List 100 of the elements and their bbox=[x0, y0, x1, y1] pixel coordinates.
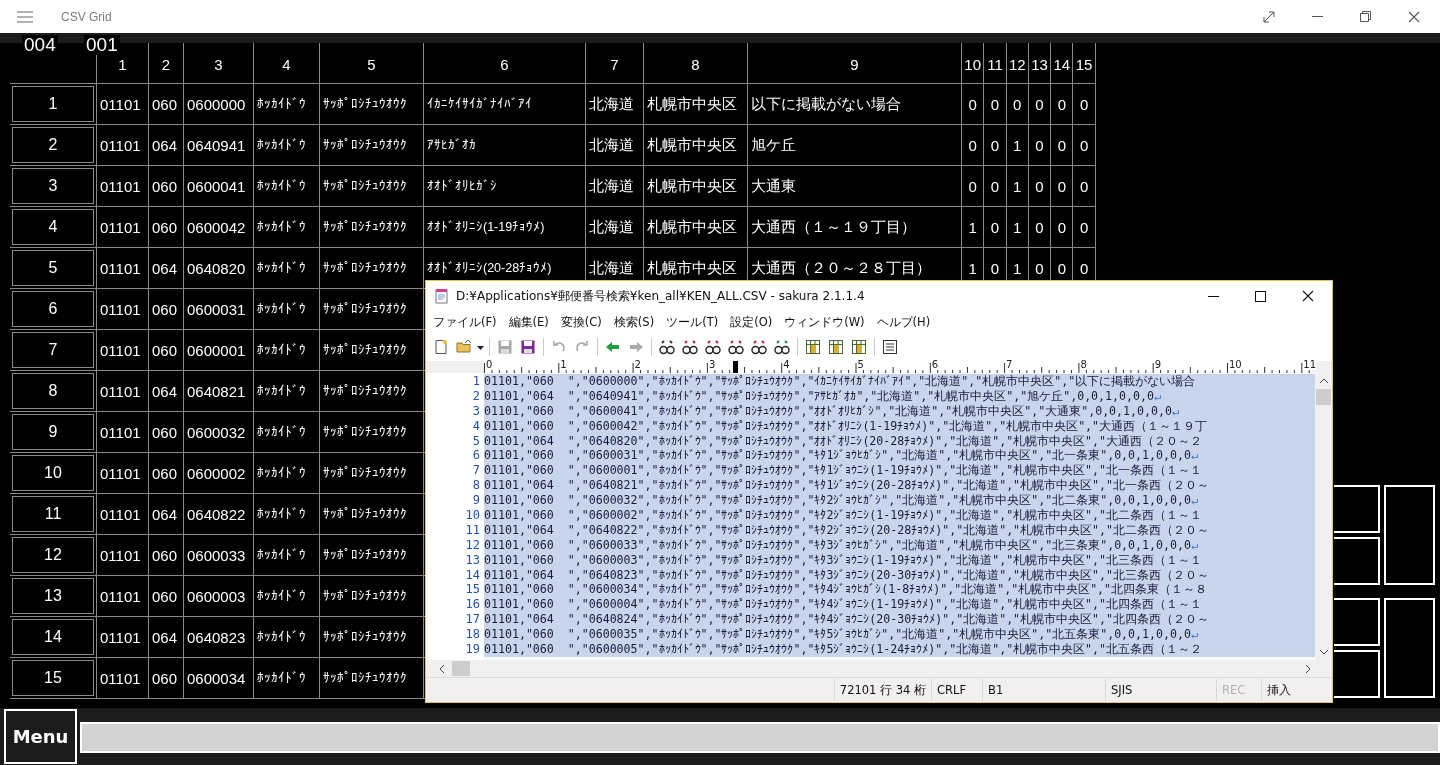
column-header[interactable]: 1 bbox=[118, 57, 127, 73]
column-header[interactable]: 7 bbox=[610, 57, 619, 73]
table-cell: ｻｯﾎﾟﾛｼﾁｭｳｵｳｸ bbox=[320, 289, 423, 329]
table-cell: 1 bbox=[1006, 207, 1028, 247]
tile-button[interactable] bbox=[1334, 537, 1380, 585]
table-cell: 札幌市中央区 bbox=[644, 166, 747, 206]
scrollbar-thumb[interactable] bbox=[452, 661, 470, 676]
row-header[interactable]: 12 bbox=[10, 535, 96, 575]
table-cell: 0600031 bbox=[184, 289, 253, 329]
table-cell: ﾎｯｶｲﾄﾞｳ bbox=[254, 412, 319, 452]
row-header[interactable]: 3 bbox=[10, 166, 96, 206]
close-icon[interactable] bbox=[1302, 290, 1314, 302]
status-text: B1 bbox=[982, 679, 1105, 701]
line-number: 9 bbox=[471, 493, 481, 508]
input-field[interactable] bbox=[80, 722, 1440, 753]
table-cell: 064 bbox=[149, 617, 183, 657]
table-cell: ﾎｯｶｲﾄﾞｳ bbox=[254, 166, 319, 206]
status-text: CRLF bbox=[931, 679, 982, 701]
row-header[interactable]: 6 bbox=[10, 289, 96, 329]
row-header[interactable]: 5 bbox=[10, 248, 96, 288]
table-cell: 0600041 bbox=[184, 166, 253, 206]
column-header[interactable]: 8 bbox=[691, 57, 700, 73]
table-cell: ｻｯﾎﾟﾛｼﾁｭｳｵｳｸ bbox=[320, 617, 423, 657]
column-header[interactable]: 9 bbox=[850, 57, 859, 73]
scroll-down-icon[interactable] bbox=[1318, 648, 1329, 656]
menu-item[interactable]: 設定(O) bbox=[730, 314, 773, 330]
maximize-icon[interactable] bbox=[1255, 290, 1266, 302]
table-cell: 0 bbox=[984, 125, 1006, 165]
row-header[interactable]: 1 bbox=[10, 84, 96, 124]
tile-button[interactable] bbox=[1384, 598, 1435, 698]
table-cell: 0600003 bbox=[184, 576, 253, 616]
line-number: 13 bbox=[464, 552, 481, 568]
table-cell: 01101 bbox=[97, 125, 148, 165]
scroll-up-icon[interactable] bbox=[1318, 377, 1329, 385]
menu-item[interactable]: 変換(C) bbox=[560, 314, 602, 330]
table-cell: 060 bbox=[149, 453, 183, 493]
menu-item[interactable]: ウィンドウ(W) bbox=[784, 314, 865, 330]
row-header[interactable]: 8 bbox=[10, 371, 96, 411]
row-header[interactable]: 11 bbox=[10, 494, 96, 534]
table-cell: 060 bbox=[149, 207, 183, 247]
line-number: 1 bbox=[471, 374, 481, 389]
column-header[interactable]: 4 bbox=[282, 57, 291, 73]
table-cell: ﾎｯｶｲﾄﾞｳ bbox=[254, 494, 319, 534]
column-indicator: 001 bbox=[84, 35, 120, 55]
column-header[interactable]: 3 bbox=[214, 57, 223, 73]
menu-item[interactable]: ファイル(F) bbox=[433, 314, 497, 330]
menu-item[interactable]: 検索(S) bbox=[613, 314, 655, 330]
line-number: 15 bbox=[464, 582, 481, 598]
table-cell: 1 bbox=[1006, 166, 1028, 206]
row-header[interactable]: 4 bbox=[10, 207, 96, 247]
column-header[interactable]: 2 bbox=[161, 57, 171, 73]
row-header[interactable]: 9 bbox=[10, 412, 96, 452]
row-header[interactable]: 14 bbox=[10, 617, 96, 657]
column-header[interactable]: 5 bbox=[367, 57, 376, 73]
row-header[interactable]: 13 bbox=[10, 576, 96, 616]
menu-item[interactable]: ヘルプ(H) bbox=[876, 314, 931, 330]
expand-icon[interactable] bbox=[1263, 10, 1275, 23]
close-icon[interactable] bbox=[1408, 10, 1420, 23]
table-cell: 01101 bbox=[97, 453, 148, 493]
table-cell: 01101 bbox=[97, 248, 148, 288]
row-header[interactable]: 2 bbox=[10, 125, 96, 165]
table-cell: 0 bbox=[984, 207, 1006, 247]
scrollbar-thumb[interactable] bbox=[1316, 389, 1331, 405]
tile-button[interactable] bbox=[1334, 598, 1380, 646]
tile-button[interactable] bbox=[1334, 485, 1380, 533]
column-header[interactable]: 6 bbox=[500, 57, 509, 73]
table-cell: 大通西（１～１９丁目） bbox=[748, 207, 961, 247]
line-number: 12 bbox=[464, 537, 481, 553]
tile-button[interactable] bbox=[1334, 650, 1380, 698]
table-cell: 0 bbox=[1028, 84, 1051, 124]
row-header[interactable]: 10 bbox=[10, 453, 96, 493]
table-cell: 01101 bbox=[97, 371, 148, 411]
status-text: SJIS bbox=[1105, 679, 1216, 701]
ruler-number: 8 bbox=[1080, 359, 1087, 370]
table-cell: 01101 bbox=[97, 617, 148, 657]
row-header[interactable]: 7 bbox=[10, 330, 96, 370]
tile-button[interactable] bbox=[1384, 485, 1435, 585]
table-cell: 0 bbox=[1073, 125, 1095, 165]
scroll-left-icon[interactable] bbox=[438, 663, 446, 674]
menu-item[interactable]: 編集(E) bbox=[508, 314, 549, 330]
table-cell: 0640821 bbox=[184, 371, 253, 411]
table-cell: ﾎｯｶｲﾄﾞｳ bbox=[254, 330, 319, 370]
table-cell: 01101 bbox=[97, 576, 148, 616]
line-number: 8 bbox=[471, 478, 481, 494]
table-cell: 0 bbox=[962, 84, 984, 124]
table-cell: ﾎｯｶｲﾄﾞｳ bbox=[254, 535, 319, 575]
table-cell: ﾎｯｶｲﾄﾞｳ bbox=[254, 289, 319, 329]
status-text: REC bbox=[1216, 679, 1261, 701]
menu-button[interactable]: Menu bbox=[4, 709, 77, 764]
status-text: 挿入 bbox=[1261, 679, 1310, 701]
minimize-icon[interactable] bbox=[1208, 295, 1219, 297]
table-cell: 060 bbox=[149, 576, 183, 616]
menu-item[interactable]: ツール(T) bbox=[666, 314, 719, 330]
table-cell: 01101 bbox=[97, 207, 148, 247]
table-cell: 0600033 bbox=[184, 535, 253, 575]
restore-icon[interactable] bbox=[1360, 11, 1371, 22]
table-cell: 北海道 bbox=[586, 84, 643, 124]
line-number: 5 bbox=[471, 433, 481, 449]
scroll-right-icon[interactable] bbox=[1304, 663, 1312, 674]
row-header[interactable]: 15 bbox=[10, 658, 96, 698]
